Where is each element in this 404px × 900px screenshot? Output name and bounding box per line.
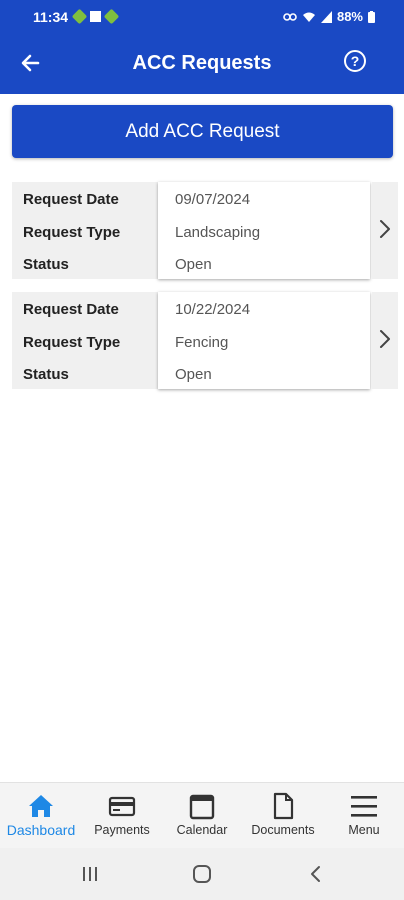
- calendar-icon: [189, 794, 215, 820]
- status-time: 11:34: [33, 9, 69, 25]
- chevron-right-icon: [380, 220, 390, 238]
- request-type-label: Request Type: [23, 224, 121, 241]
- status-value: Open: [175, 256, 212, 273]
- bottom-navigation: Dashboard Payments Calendar Documents Me…: [0, 782, 404, 848]
- nav-label: Payments: [94, 823, 150, 837]
- link-icon: [283, 12, 297, 21]
- request-labels: Request Date Request Type Status: [12, 292, 158, 389]
- notification-icons: [71, 8, 120, 25]
- nav-item-payments[interactable]: Payments: [82, 783, 162, 849]
- request-type-value: Fencing: [175, 334, 229, 351]
- request-date-label: Request Date: [23, 301, 119, 318]
- chevron-right-icon: [380, 330, 390, 348]
- status-value: Open: [175, 366, 212, 383]
- nav-label: Dashboard: [6, 822, 76, 838]
- request-values: 09/07/2024 Landscaping Open: [158, 182, 370, 279]
- request-labels: Request Date Request Type Status: [12, 182, 158, 279]
- document-icon: [273, 792, 294, 820]
- nav-label: Menu: [348, 823, 380, 837]
- request-type-value: Landscaping: [175, 224, 261, 241]
- system-navigation-bar: [0, 848, 404, 900]
- status-bar: 11:34 88%: [0, 0, 404, 32]
- request-open-button[interactable]: [372, 292, 398, 389]
- home-button-icon[interactable]: [190, 862, 214, 886]
- system-back-icon[interactable]: [304, 862, 328, 886]
- add-acc-request-button[interactable]: Add ACC Request: [12, 105, 393, 158]
- nav-item-documents[interactable]: Documents: [243, 783, 323, 849]
- app-bar: ACC Requests ?: [0, 32, 404, 94]
- request-card[interactable]: Request Date Request Type Status 09/07/2…: [12, 182, 398, 279]
- nav-label: Calendar: [176, 823, 228, 837]
- help-circle-icon: ?: [350, 53, 360, 69]
- request-date-value: 09/07/2024: [175, 191, 251, 208]
- recent-apps-icon[interactable]: [78, 862, 102, 886]
- battery-percent: 88%: [336, 9, 363, 24]
- home-icon: [29, 795, 53, 817]
- request-card[interactable]: Request Date Request Type Status 10/22/2…: [12, 292, 398, 389]
- request-date-value: 10/22/2024: [175, 301, 251, 318]
- request-type-label: Request Type: [23, 334, 121, 351]
- app-notification-icon: [103, 8, 120, 25]
- status-label: Status: [23, 256, 69, 273]
- hamburger-menu-icon: [351, 796, 377, 817]
- nav-item-dashboard[interactable]: Dashboard: [1, 783, 81, 849]
- app-notification-icon: [90, 11, 101, 22]
- credit-card-icon: [108, 796, 136, 817]
- status-label: Status: [23, 366, 69, 383]
- nav-item-calendar[interactable]: Calendar: [162, 783, 242, 849]
- request-values: 10/22/2024 Fencing Open: [158, 292, 370, 389]
- system-status-icons: 88%: [283, 9, 375, 24]
- nav-item-menu[interactable]: Menu: [324, 783, 404, 849]
- request-date-label: Request Date: [23, 191, 119, 208]
- nav-label: Documents: [251, 823, 315, 837]
- signal-icon: [320, 10, 332, 23]
- battery-icon: [368, 10, 375, 23]
- request-open-button[interactable]: [372, 182, 398, 279]
- wifi-icon: [302, 12, 315, 22]
- help-button[interactable]: ?: [344, 50, 366, 72]
- app-notification-icon: [71, 8, 88, 25]
